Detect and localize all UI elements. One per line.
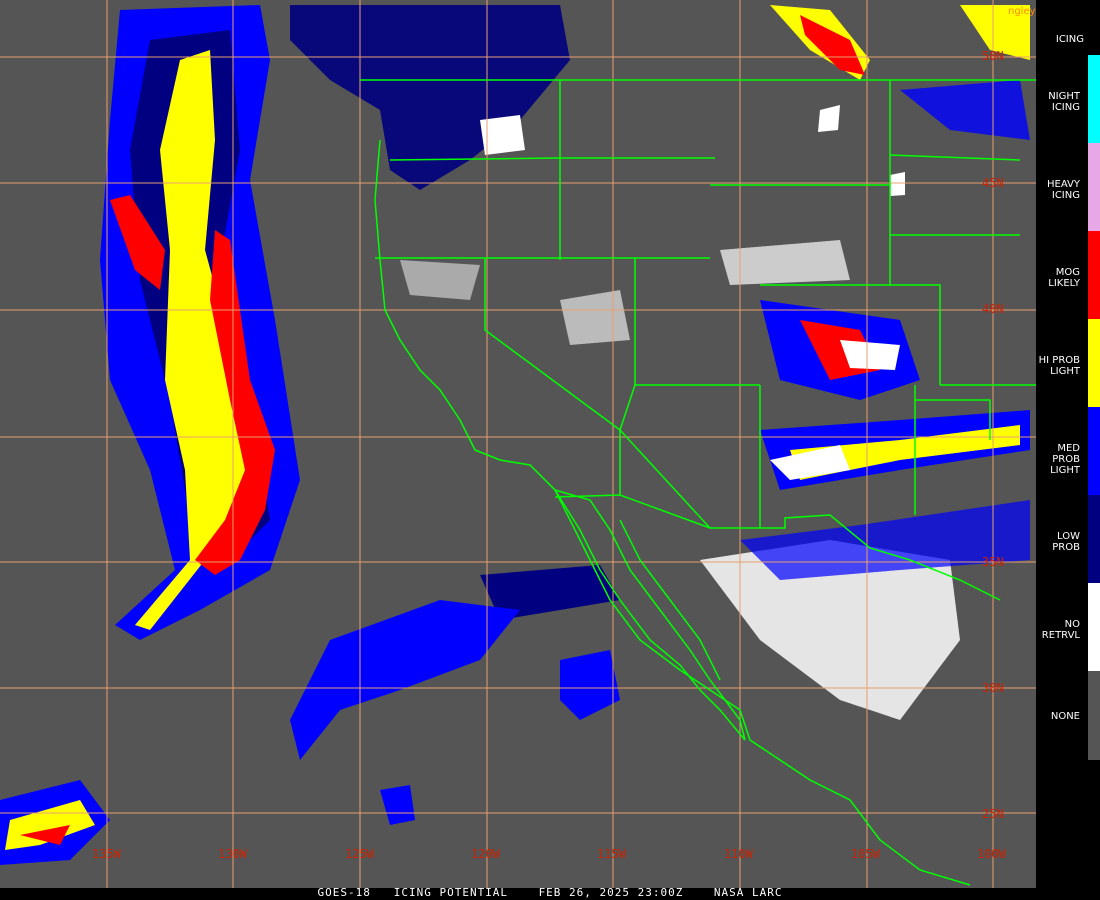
legend-label: LOW PROB [1052, 531, 1080, 553]
lon-label: 110W [724, 847, 754, 861]
lon-label: 115W [597, 847, 627, 861]
legend-label: HI PROB LIGHT [1038, 355, 1080, 377]
legend-item: NO RETRVL [1036, 583, 1100, 671]
lon-label: 120W [471, 847, 501, 861]
lon-label: 135W [92, 847, 122, 861]
product-title-bar: GOES-18 ICING POTENTIAL FEB 26, 2025 23:… [0, 886, 1100, 900]
legend-swatch [1088, 55, 1100, 143]
legend-item: MOG LIKELY [1036, 231, 1100, 319]
legend-swatch [1088, 143, 1100, 231]
legend-item: HEAVY ICING [1036, 143, 1100, 231]
lat-label: 40N [982, 302, 1004, 316]
legend-label: HEAVY ICING [1047, 179, 1080, 201]
nr-patch-5 [890, 172, 905, 196]
lat-label: 35N [982, 555, 1004, 569]
legend-item: NIGHT ICING [1036, 55, 1100, 143]
lon-label: 105W [851, 847, 881, 861]
legend-swatch [1088, 583, 1100, 671]
legend-label: MOG LIKELY [1048, 267, 1080, 289]
legend-label: MED PROB LIGHT [1050, 443, 1080, 476]
legend-item: HI PROB LIGHT [1036, 319, 1100, 407]
legend-label: NIGHT ICING [1048, 91, 1080, 113]
lat-label: 45N [982, 176, 1004, 190]
legend-label: NO RETRVL [1041, 619, 1080, 641]
legend-item: MED PROB LIGHT [1036, 407, 1100, 495]
lon-label: 100W [977, 847, 1007, 861]
legend-swatch [1088, 319, 1100, 407]
legend-swatch [1088, 407, 1100, 495]
nr-patch-1 [560, 290, 630, 345]
legend-item: NONE [1036, 671, 1100, 760]
product-name: ICING POTENTIAL [393, 886, 509, 899]
legend: ICING NIGHT ICING HEAVY ICING MOG LIKELY… [1036, 0, 1100, 900]
lat-label: 25N [982, 807, 1004, 821]
legend-item: ICING [1036, 0, 1100, 55]
product-source: NASA LARC [713, 886, 783, 899]
satellite-name: GOES-18 [317, 886, 371, 899]
product-datetime: FEB 26, 2025 23:00Z [538, 886, 684, 899]
legend-swatch [1088, 671, 1100, 760]
nr-patch-3 [400, 260, 480, 300]
lon-label: 125W [345, 847, 375, 861]
icing-map: 50N 45N 40N 35N 30N 25N 135W 130W 125W 1… [0, 0, 1036, 888]
legend-swatch [1088, 495, 1100, 583]
legend-label: NONE [1050, 711, 1080, 722]
legend-swatch [1088, 231, 1100, 319]
legend-label: ICING [1055, 34, 1084, 45]
lon-label: 130W [218, 847, 248, 861]
legend-item: LOW PROB [1036, 495, 1100, 583]
lat-label: 50N [982, 49, 1004, 63]
lat-label: 30N [982, 681, 1004, 695]
